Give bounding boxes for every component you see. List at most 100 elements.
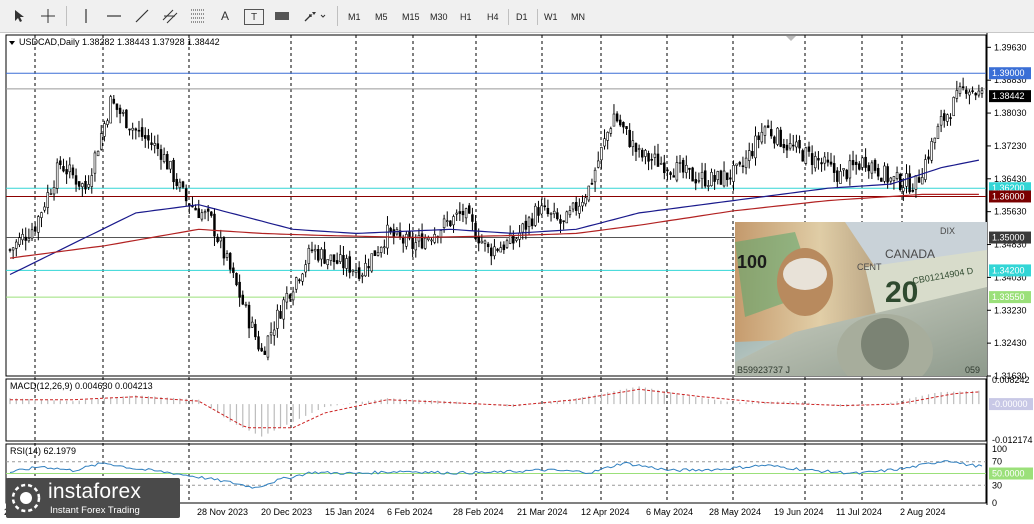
candle-body — [458, 211, 462, 214]
timeframe-m1[interactable]: M1 — [345, 8, 364, 26]
candle-body — [965, 89, 968, 94]
candle-body — [958, 86, 962, 94]
candle-body — [543, 205, 547, 208]
x-axis-label: 2 Aug 2024 — [900, 507, 946, 517]
candle-body — [505, 240, 509, 248]
fibonacci-icon[interactable] — [188, 5, 208, 27]
rectangle-icon[interactable] — [272, 5, 292, 27]
vertical-line-icon[interactable] — [78, 5, 94, 27]
candle-body — [766, 125, 770, 128]
horizontal-line-icon[interactable] — [104, 5, 124, 27]
candle-body — [175, 178, 178, 186]
timeframe-mn[interactable]: MN — [568, 8, 588, 26]
candle-body — [144, 135, 147, 139]
candle-body — [483, 240, 487, 244]
candle-body — [81, 183, 84, 188]
candle-body — [272, 329, 276, 336]
candle-body — [694, 179, 697, 184]
candle-body — [876, 167, 880, 177]
candle-body — [427, 237, 430, 240]
candle-body — [295, 277, 298, 290]
candle-body — [659, 163, 663, 165]
candle-body — [59, 160, 62, 166]
text-icon[interactable]: A — [216, 5, 234, 27]
candle-body — [131, 127, 134, 131]
candle-body — [854, 161, 858, 165]
candle-body — [169, 160, 172, 170]
candle-body — [744, 157, 748, 168]
arrows-icon[interactable] — [302, 5, 330, 27]
candle-body — [792, 144, 795, 147]
candle-body — [263, 350, 267, 355]
timeframe-m15[interactable]: M15 — [399, 8, 423, 26]
trendline-icon[interactable] — [132, 5, 152, 27]
candle-body — [367, 266, 370, 269]
candle-body — [977, 90, 981, 96]
candle-body — [250, 321, 254, 328]
equidistant-channel-icon[interactable] — [160, 5, 180, 27]
candle-body — [678, 162, 682, 164]
timeframe-w1[interactable]: W1 — [541, 8, 561, 26]
candle-body — [936, 125, 940, 139]
crosshair-icon[interactable] — [38, 5, 58, 27]
candle-body — [933, 137, 937, 143]
scroll-marker-icon — [786, 36, 796, 41]
candle-body — [980, 90, 984, 94]
x-axis-label: 21 Mar 2024 — [517, 507, 568, 517]
candle-body — [181, 181, 185, 188]
candle-body — [581, 201, 584, 207]
candle-body — [518, 232, 521, 240]
candle-body — [115, 103, 119, 110]
candle-body — [401, 237, 405, 244]
x-axis-label: 28 Feb 2024 — [453, 507, 504, 517]
price-label-text: 1.38442 — [992, 91, 1025, 101]
candle-body — [197, 208, 200, 219]
candle-body — [593, 169, 597, 183]
timeframe-h4[interactable]: H4 — [484, 8, 502, 26]
candle-body — [225, 253, 229, 258]
cursor-icon[interactable] — [10, 5, 28, 27]
candle-body — [858, 163, 861, 170]
candle-body — [74, 175, 78, 185]
candle-body — [625, 126, 628, 130]
candle-body — [162, 154, 166, 162]
rsi-tick-label: 50.0000 — [992, 469, 1025, 479]
candle-body — [194, 207, 197, 211]
candle-body — [383, 246, 386, 249]
candle-body — [18, 237, 21, 245]
x-axis-label: 20 Dec 2023 — [261, 507, 312, 517]
candle-body — [87, 184, 90, 188]
watermark-brand: instaforex — [48, 480, 142, 503]
candle-body — [817, 158, 820, 161]
candle-body — [587, 185, 591, 201]
candle-body — [499, 247, 502, 253]
candle-body — [600, 147, 603, 161]
candle-body — [301, 273, 304, 282]
candle-body — [118, 107, 122, 114]
canada-text: CANADA — [885, 247, 935, 261]
candle-body — [266, 335, 270, 358]
candle-body — [943, 113, 946, 121]
candle-body — [971, 90, 974, 92]
candle-body — [140, 127, 144, 137]
timeframe-d1[interactable]: D1 — [513, 8, 531, 26]
candle-body — [276, 309, 279, 329]
candle-body — [524, 220, 528, 230]
candle-body — [414, 242, 418, 251]
macd-tick-label: 0.008242 — [992, 375, 1030, 385]
candle-body — [537, 207, 540, 216]
candle-body — [178, 181, 182, 188]
candle-body — [153, 143, 156, 146]
candle-body — [848, 160, 852, 179]
candle-body — [914, 175, 918, 190]
text-label-icon[interactable]: T — [244, 9, 264, 25]
candle-body — [895, 172, 899, 179]
timeframe-m30[interactable]: M30 — [427, 8, 451, 26]
timeframe-m5[interactable]: M5 — [372, 8, 391, 26]
candle-body — [861, 157, 864, 168]
candle-body — [84, 180, 87, 190]
candle-body — [562, 220, 565, 223]
timeframe-h1[interactable]: H1 — [457, 8, 475, 26]
candle-body — [889, 177, 893, 182]
candle-body — [30, 229, 34, 239]
